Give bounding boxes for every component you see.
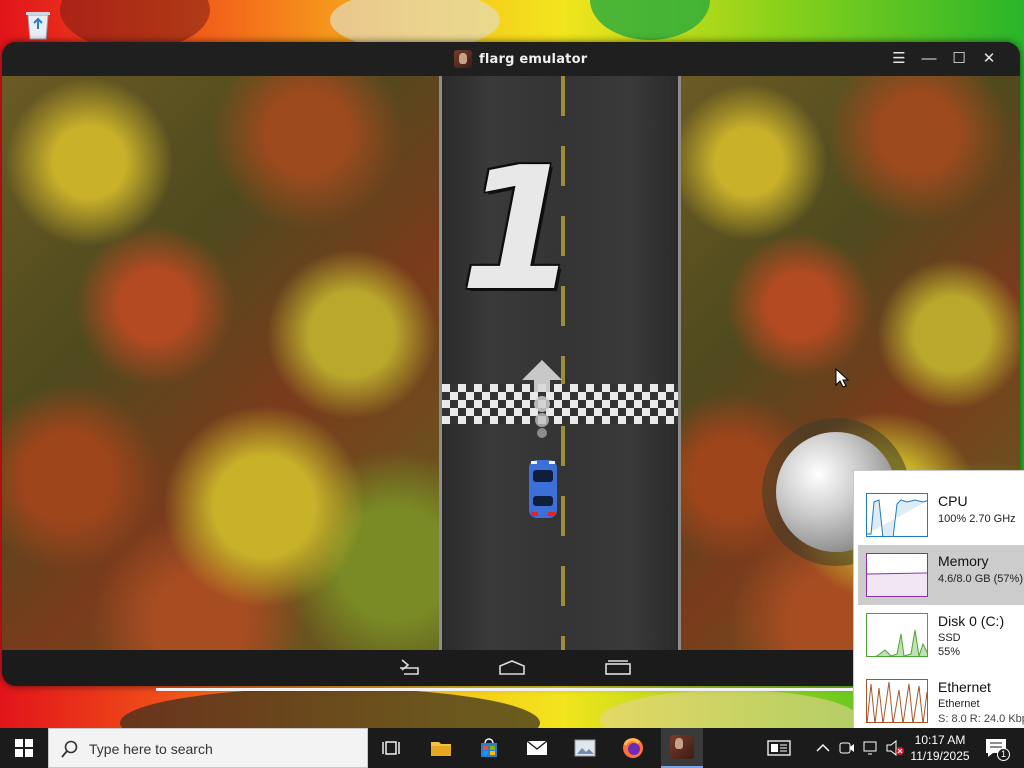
store-icon[interactable] [475, 734, 503, 762]
perf-memory-row[interactable]: Memory 4.6/8.0 GB (57%) [858, 545, 1024, 605]
perf-ethernet-value: S: 8.0 R: 24.0 Kbps [938, 713, 1024, 725]
volume-muted-icon[interactable] [886, 739, 904, 757]
start-button[interactable] [0, 728, 48, 768]
arrow-up-icon [520, 358, 564, 443]
player-car-icon [525, 458, 561, 520]
home-icon[interactable] [498, 658, 526, 678]
foliage-left [2, 76, 439, 650]
desktop-strip [156, 688, 856, 691]
menu-icon[interactable]: ☰ [888, 48, 910, 70]
perf-disk-name: Disk 0 (C:) [938, 613, 1005, 629]
file-explorer-icon[interactable] [427, 734, 455, 762]
flarg-emulator-taskbar-icon[interactable] [661, 728, 703, 768]
notification-badge: 1 [997, 748, 1010, 761]
app-icon [454, 50, 472, 68]
network-icon[interactable] [862, 739, 880, 757]
search-icon [61, 740, 78, 758]
photos-icon[interactable] [571, 734, 599, 762]
firefox-icon[interactable] [619, 734, 647, 762]
minimize-icon[interactable]: — [918, 48, 940, 70]
window-title: flarg emulator [479, 51, 588, 67]
perf-ethernet-name: Ethernet [938, 679, 991, 695]
taskbar: Type here to search 10:17 AM 11/19/2025 [0, 728, 1024, 768]
clock-date: 11/19/2025 [910, 749, 970, 763]
recycle-bin-icon[interactable] [18, 8, 58, 42]
mouse-cursor-icon [835, 367, 850, 393]
system-clock[interactable]: 10:17 AM 11/19/2025 [908, 732, 972, 764]
title-bar[interactable]: flarg emulator ☰ — ☐ ✕ [2, 42, 1020, 76]
wallpaper-shape [590, 0, 710, 40]
perf-disk-value: 55% [938, 646, 961, 658]
close-icon[interactable]: ✕ [978, 48, 1000, 70]
news-widget-icon[interactable] [764, 734, 794, 762]
clock-time: 10:17 AM [914, 733, 966, 747]
show-hidden-icons[interactable] [814, 739, 832, 757]
memory-graph [866, 553, 928, 597]
perf-memory-value: 4.6/8.0 GB (57%) [938, 573, 1023, 585]
performance-widget: CPU 100% 2.70 GHz Memory 4.6/8.0 GB (57%… [853, 470, 1024, 732]
perf-cpu-value: 100% 2.70 GHz [938, 513, 1016, 525]
perf-cpu-name: CPU [938, 493, 968, 509]
recents-icon[interactable] [604, 658, 632, 678]
perf-disk-row[interactable]: Disk 0 (C:) SSD 55% [858, 605, 1024, 665]
task-view-icon[interactable] [378, 734, 406, 762]
perf-disk-type: SSD [938, 632, 961, 644]
countdown-number: 1 [460, 131, 579, 329]
meet-now-icon[interactable] [838, 739, 856, 757]
perf-ethernet-row[interactable]: Ethernet Ethernet S: 8.0 R: 24.0 Kbps [858, 671, 1024, 731]
perf-memory-name: Memory [938, 553, 989, 569]
mail-icon[interactable] [523, 734, 551, 762]
disk-graph [866, 613, 928, 657]
search-placeholder: Type here to search [89, 741, 213, 757]
perf-cpu-row[interactable]: CPU 100% 2.70 GHz [858, 485, 1024, 545]
cpu-graph [866, 493, 928, 537]
taskbar-search[interactable]: Type here to search [48, 728, 368, 768]
perf-ethernet-adapter: Ethernet [938, 698, 980, 710]
maximize-icon[interactable]: ☐ [948, 48, 970, 70]
windows-icon [15, 739, 33, 757]
notification-center-icon[interactable]: 1 [984, 737, 1010, 761]
back-icon[interactable] [396, 658, 424, 678]
ethernet-graph [866, 679, 928, 723]
